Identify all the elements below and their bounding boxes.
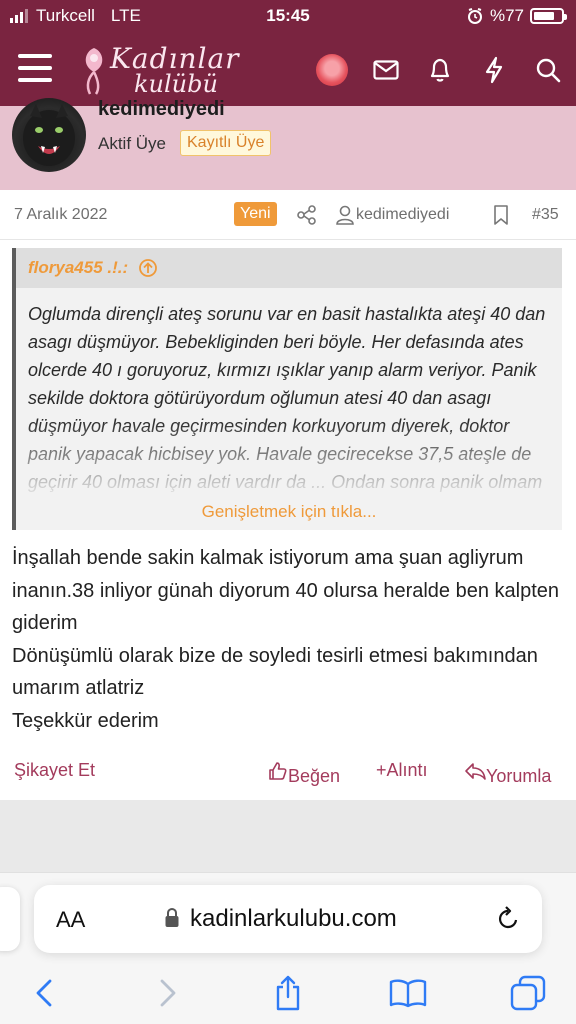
url-text[interactable]: kadinlarkulubu.com (190, 905, 397, 933)
post-paragraph: Dönüşümlü olarak bize de soyledi tesirli… (12, 644, 538, 700)
previous-tab-preview[interactable] (0, 887, 20, 951)
browser-chrome: AA kadinlarkulubu.com (0, 872, 576, 1024)
reply-button[interactable]: Yorumla (464, 760, 551, 786)
post-author[interactable]: kedimediyedi (356, 206, 449, 224)
forward-icon[interactable] (148, 973, 188, 1013)
author-username[interactable]: kedimediyedi (98, 98, 225, 121)
report-link[interactable]: Şikayet Et (14, 760, 95, 781)
bolt-icon[interactable] (476, 52, 512, 88)
quote-author[interactable]: florya455 .!.: (28, 258, 128, 278)
mail-icon[interactable] (368, 52, 404, 88)
author-avatar[interactable] (12, 98, 86, 172)
nav-bar: Kadınlar kulübü (0, 34, 576, 106)
post-actions: Şikayet Et Beğen +Alıntı Yorumla (0, 754, 576, 788)
quote-block: florya455 .!.: Oglumda dirençli ateş sor… (12, 248, 562, 530)
like-button[interactable]: Beğen (268, 760, 340, 786)
author-profile: kedimediyedi Aktif Üye Kayıtlı Üye (0, 98, 576, 190)
text-size-button[interactable]: AA (56, 907, 85, 933)
share-icon[interactable] (268, 973, 308, 1013)
post-meta: 7 Aralık 2022 Yeni kedimediyedi #35 (0, 190, 576, 240)
user-icon (336, 205, 354, 225)
battery-percent: %77 (489, 6, 524, 25)
quote-header[interactable]: florya455 .!.: (16, 248, 562, 288)
arrow-up-circle-icon[interactable] (138, 258, 158, 278)
expand-quote-link[interactable]: Genişletmek için tıkla... (16, 502, 562, 522)
lock-icon (165, 907, 179, 927)
address-bar[interactable]: AA kadinlarkulubu.com (34, 885, 542, 953)
search-icon[interactable] (530, 52, 566, 88)
like-label: Beğen (288, 766, 341, 786)
user-avatar[interactable] (314, 52, 350, 88)
status-bar: Turkcell LTE 15:45 %77 (0, 0, 576, 34)
reload-icon[interactable] (494, 905, 522, 933)
thumbs-up-icon (269, 762, 287, 781)
status-right: %77 (466, 6, 567, 26)
post-number[interactable]: #35 (532, 206, 559, 224)
page-separator (0, 800, 576, 872)
post-date[interactable]: 7 Aralık 2022 (14, 206, 107, 224)
share-icon[interactable] (296, 204, 318, 226)
app-header: Turkcell LTE 15:45 %77 Kadınlar kulübü (0, 0, 576, 106)
browser-toolbar (0, 969, 576, 1019)
post-paragraph: İnşallah bende sakin kalmak istiyorum am… (12, 547, 560, 634)
author-title: Aktif Üye (98, 134, 167, 153)
battery-icon (530, 8, 567, 24)
back-icon[interactable] (24, 973, 64, 1013)
reply-label: Yorumla (486, 766, 552, 786)
bell-icon[interactable] (422, 52, 458, 88)
quote-button[interactable]: +Alıntı (376, 760, 428, 781)
tabs-icon[interactable] (508, 973, 548, 1013)
post-text: İnşallah bende sakin kalmak istiyorum am… (12, 542, 564, 737)
bookmarks-icon[interactable] (388, 973, 428, 1013)
member-badge: Kayıtlı Üye (180, 130, 272, 156)
post-body: florya455 .!.: Oglumda dirençli ateş sor… (0, 240, 576, 800)
alarm-icon (467, 8, 482, 24)
reply-icon (465, 763, 486, 781)
bookmark-icon[interactable] (490, 204, 512, 226)
post-paragraph: Teşekkür ederim (12, 709, 159, 732)
nav-icons (0, 52, 576, 88)
new-badge: Yeni (234, 202, 277, 226)
